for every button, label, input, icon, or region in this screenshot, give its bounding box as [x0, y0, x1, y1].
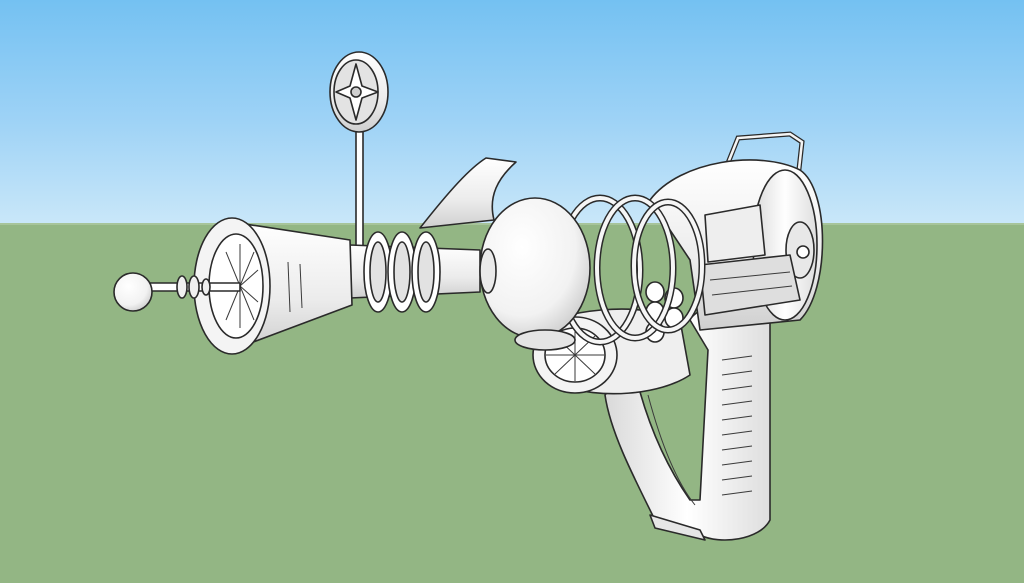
sphere-base — [514, 329, 576, 351]
antenna-pole — [355, 117, 364, 247]
housing-bolt — [796, 245, 810, 259]
barrel-rings — [363, 231, 441, 313]
antenna — [329, 51, 389, 247]
barrel-joint — [479, 248, 497, 294]
antenna-hub — [350, 86, 362, 98]
rod-ball — [113, 272, 153, 312]
ray-gun-model[interactable] — [0, 0, 1024, 583]
housing-panel — [704, 204, 766, 263]
3d-viewport[interactable] — [0, 0, 1024, 583]
